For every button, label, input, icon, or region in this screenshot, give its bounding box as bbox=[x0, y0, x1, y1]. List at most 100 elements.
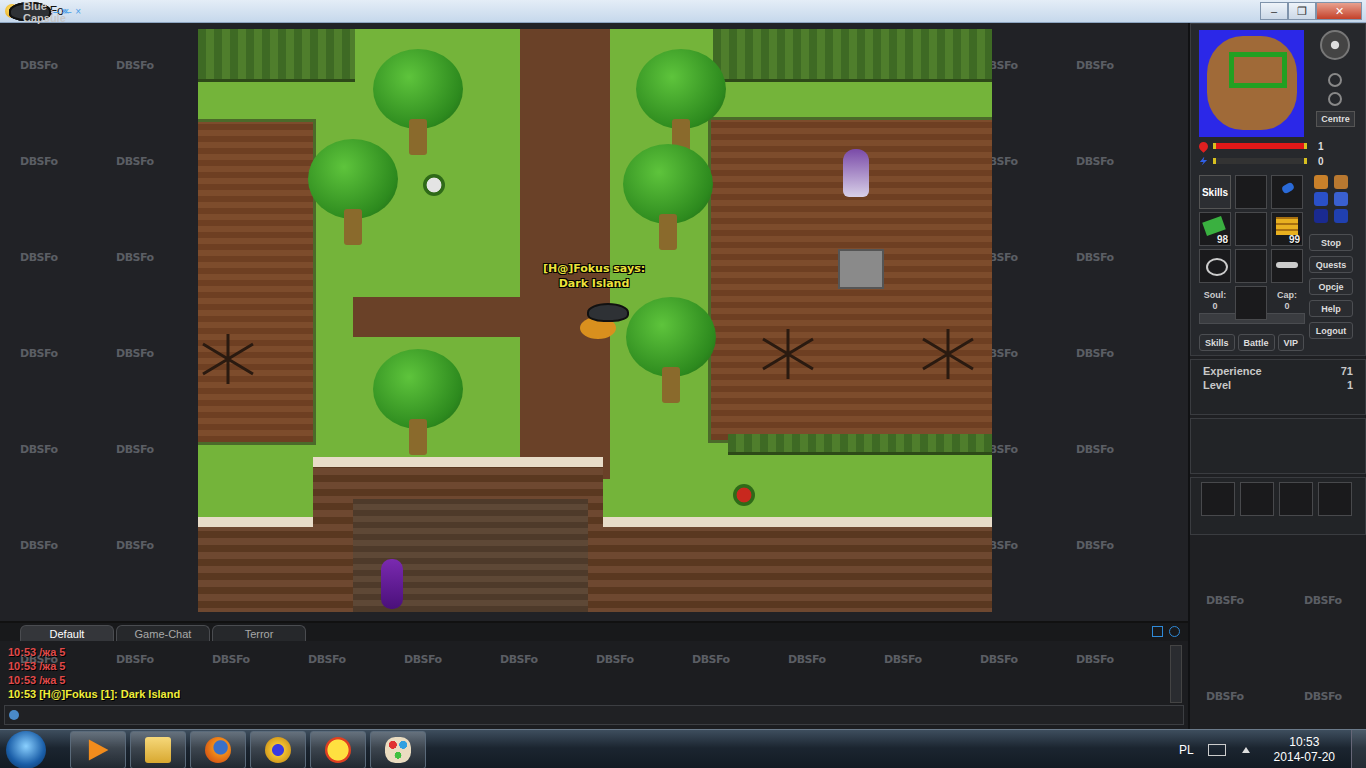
media-player-icon bbox=[85, 737, 111, 763]
minimap[interactable] bbox=[1199, 30, 1304, 137]
chat-message: 10:53 /жа 5 bbox=[8, 645, 1170, 659]
container-slot[interactable] bbox=[1201, 482, 1235, 516]
watermark: DBSFo bbox=[20, 539, 116, 621]
chat-message: 10:53 [H@]Fokus [1]: Dark Island bbox=[8, 687, 1170, 701]
chat-scrollbar[interactable] bbox=[1170, 645, 1182, 703]
chat-messages: 10:53 /жа 510:53 /жа 510:53 /жа 510:53 [… bbox=[0, 641, 1188, 703]
chat-tab[interactable]: Default bbox=[20, 625, 114, 641]
weapon-rack-icon bbox=[758, 324, 818, 384]
npc-creature[interactable] bbox=[381, 559, 403, 609]
side-button[interactable]: Opcje bbox=[1309, 278, 1353, 295]
mini-window-control[interactable]: × bbox=[75, 7, 81, 17]
tree bbox=[626, 297, 716, 407]
language-indicator[interactable]: PL bbox=[1179, 743, 1194, 757]
watermark: DBSFo bbox=[980, 251, 1076, 347]
skill-row: Level1 bbox=[1203, 378, 1353, 392]
chat-input[interactable] bbox=[25, 707, 1183, 723]
taskbar-app[interactable] bbox=[190, 731, 246, 768]
desktop: DBSFo–❐✕DBSFoDBSFoDBSFoDBSFoDBSFoDBSFoDB… bbox=[0, 0, 1366, 768]
container-slot[interactable] bbox=[1240, 482, 1274, 516]
taskbar-app[interactable] bbox=[370, 731, 426, 768]
side-button[interactable]: Quests bbox=[1309, 256, 1353, 273]
tree bbox=[636, 49, 726, 159]
watermark: DBSFo bbox=[1076, 539, 1172, 621]
inventory-slot[interactable] bbox=[1235, 175, 1267, 209]
container-slot[interactable] bbox=[1318, 482, 1352, 516]
inventory-slot[interactable] bbox=[1271, 175, 1303, 209]
skills-button[interactable]: Skills bbox=[1199, 175, 1231, 209]
soul-label: Soul:0 bbox=[1199, 286, 1231, 320]
side-button[interactable]: Stop bbox=[1309, 234, 1353, 251]
stat-bar: 0 bbox=[1199, 155, 1359, 167]
keyboard-icon[interactable] bbox=[1208, 744, 1226, 756]
clock[interactable]: 10:532014-07-20 bbox=[1274, 735, 1335, 765]
watermark: DBSFo bbox=[1076, 347, 1172, 443]
side-button[interactable]: Help bbox=[1309, 300, 1353, 317]
taskbar-app[interactable] bbox=[250, 731, 306, 768]
start-button[interactable] bbox=[6, 731, 46, 768]
toggle-button[interactable]: Skills bbox=[1199, 334, 1235, 351]
firefox-icon bbox=[205, 737, 231, 763]
mini-window-header[interactable]: Blue Capsule–× bbox=[9, 2, 51, 21]
watermark: DBSFo bbox=[980, 443, 1076, 539]
watermark: DBSFo bbox=[1304, 594, 1364, 690]
inventory-slot[interactable] bbox=[1199, 249, 1231, 283]
compass-icon[interactable] bbox=[1320, 30, 1350, 60]
side-button[interactable]: Logout bbox=[1309, 322, 1353, 339]
watermark: DBSFo bbox=[1076, 443, 1172, 539]
taskbar-app[interactable] bbox=[70, 731, 126, 768]
tree bbox=[373, 349, 463, 459]
tree bbox=[623, 144, 713, 254]
watermark: DBSFo bbox=[20, 251, 116, 347]
show-desktop-button[interactable] bbox=[1351, 730, 1366, 768]
chat-tab[interactable]: Terror bbox=[212, 625, 306, 641]
container-slot[interactable] bbox=[1279, 482, 1313, 516]
field bbox=[198, 119, 316, 445]
taskbar-app[interactable] bbox=[130, 731, 186, 768]
player-character[interactable] bbox=[578, 301, 618, 341]
chat-message: 10:53 /жа 5 bbox=[8, 673, 1170, 687]
taskbar-app[interactable] bbox=[310, 731, 366, 768]
watermark: DBSFo bbox=[980, 155, 1076, 251]
title-bar: DBSFo–❐✕ bbox=[0, 0, 1366, 23]
roof bbox=[198, 517, 318, 612]
window-control-button[interactable]: ❐ bbox=[1288, 2, 1316, 20]
centre-button[interactable]: Centre bbox=[1316, 111, 1355, 127]
chat-tab[interactable]: Game-Chat bbox=[116, 625, 210, 641]
window-controls: –❐✕ bbox=[1260, 2, 1362, 20]
chat-message: 10:53 /жа 5 bbox=[8, 659, 1170, 673]
window-control-button[interactable]: ✕ bbox=[1316, 2, 1362, 20]
game-area: DBSFoDBSFoDBSFoDBSFoDBSFoDBSFoDBSFoDBSFo… bbox=[0, 23, 1188, 621]
watermark: DBSFo bbox=[980, 347, 1076, 443]
tray-arrow-icon[interactable] bbox=[1242, 747, 1250, 753]
inventory-slot[interactable] bbox=[1235, 212, 1267, 246]
npc-creature[interactable] bbox=[843, 149, 869, 197]
ignore-icon[interactable] bbox=[1169, 626, 1180, 637]
watermark: DBSFo bbox=[1076, 155, 1172, 251]
skill-row: Experience71 bbox=[1203, 364, 1353, 378]
window-icon[interactable] bbox=[1152, 626, 1163, 637]
inventory-slot[interactable] bbox=[1235, 249, 1267, 283]
window-control-button[interactable]: – bbox=[1260, 2, 1288, 20]
inventory-slot[interactable] bbox=[1271, 249, 1303, 283]
tree bbox=[373, 49, 463, 159]
health-icon bbox=[1197, 140, 1210, 153]
taskbar: PL 10:532014-07-20 bbox=[0, 729, 1366, 768]
game-viewport[interactable]: [H@]Fokus says:Dark Island bbox=[198, 29, 992, 612]
chat-panel: DBSFoDBSFoDBSFoDBSFoDBSFoDBSFoDBSFoDBSFo… bbox=[0, 621, 1188, 729]
toggle-button[interactable]: VIP bbox=[1278, 334, 1305, 351]
zoom-out-icon[interactable] bbox=[1328, 73, 1342, 87]
inventory-slot[interactable] bbox=[1235, 286, 1267, 320]
toggle-button[interactable]: Battle bbox=[1238, 334, 1275, 351]
inventory-slot[interactable]: 98 bbox=[1199, 212, 1231, 246]
speech-text: Dark Island bbox=[543, 276, 645, 291]
condition-icons bbox=[1314, 175, 1348, 223]
chat-tab-bar: DefaultGame-ChatTerror bbox=[0, 623, 1188, 641]
zoom-in-icon[interactable] bbox=[1328, 92, 1342, 106]
weapon-rack-icon bbox=[918, 324, 978, 384]
inventory-slot[interactable]: 99 bbox=[1271, 212, 1303, 246]
stat-bar: 1 bbox=[1199, 140, 1359, 152]
speaker-icon[interactable] bbox=[9, 710, 19, 720]
mini-window-control[interactable]: – bbox=[66, 7, 72, 17]
stat-value: 0 bbox=[1318, 156, 1324, 167]
